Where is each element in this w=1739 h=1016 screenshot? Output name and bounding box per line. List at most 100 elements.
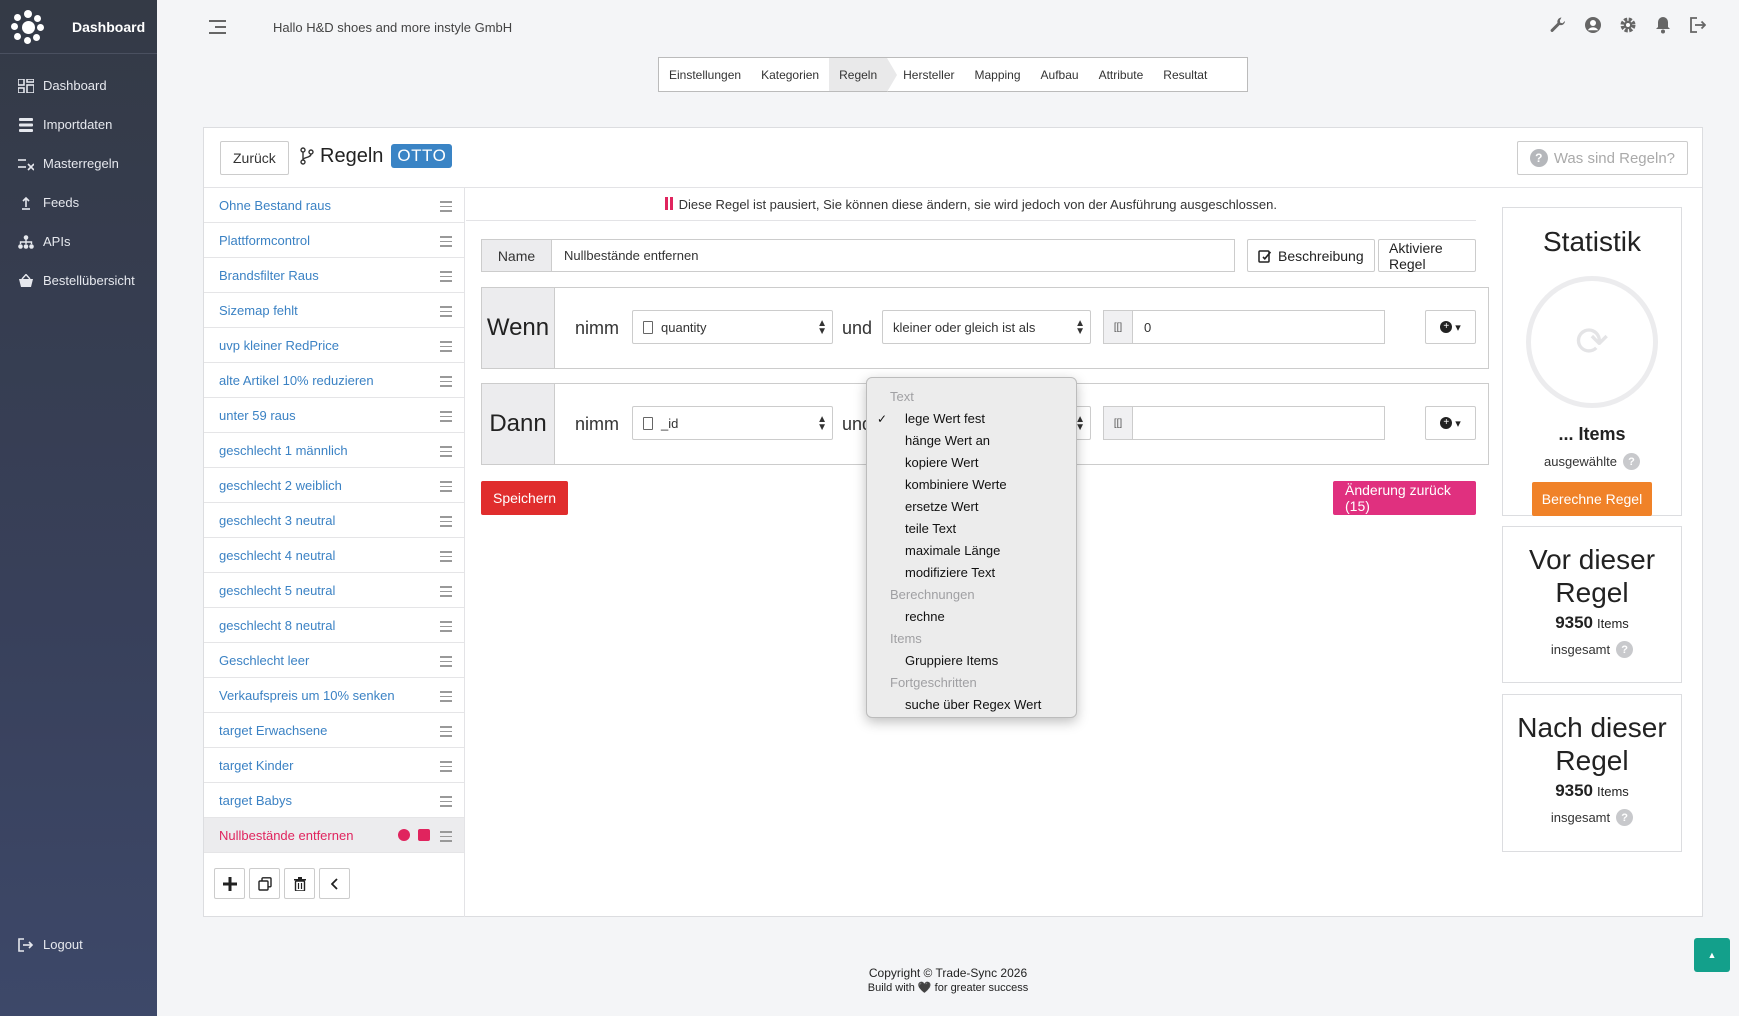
list-item-active[interactable]: Nullbestände entfernen: [204, 818, 464, 853]
drag-handle-icon[interactable]: [440, 831, 452, 845]
action-dropdown-menu: Text ✓ lege Wert fest hänge Wert an kopie…: [866, 377, 1077, 718]
bell-icon[interactable]: [1654, 16, 1672, 34]
drag-handle-icon[interactable]: [440, 376, 452, 390]
tab-hersteller[interactable]: Hersteller: [887, 58, 964, 91]
list-item[interactable]: Brandsfilter Raus: [204, 258, 464, 293]
drag-handle-icon[interactable]: [440, 796, 452, 810]
list-item[interactable]: target Kinder: [204, 748, 464, 783]
save-button[interactable]: Speichern: [481, 481, 569, 515]
sidebar-item-masterregeln[interactable]: Masterregeln: [0, 144, 157, 183]
drag-handle-icon[interactable]: [440, 551, 452, 565]
user-icon[interactable]: [1584, 16, 1602, 34]
drag-handle-icon[interactable]: [440, 271, 452, 285]
drag-handle-icon[interactable]: [440, 726, 452, 740]
drag-handle-icon[interactable]: [440, 481, 452, 495]
tab-regeln[interactable]: Regeln: [829, 58, 898, 92]
tab-resultat[interactable]: Resultat: [1153, 58, 1217, 91]
list-item[interactable]: Ohne Bestand raus: [204, 188, 464, 223]
sidebar-item-feeds[interactable]: Feeds: [0, 183, 157, 222]
dropdown-option[interactable]: modifiziere Text: [867, 562, 1076, 584]
value-type-icon[interactable]: [[]: [1103, 310, 1133, 344]
dropdown-option[interactable]: teile Text: [867, 518, 1076, 540]
pause-icon[interactable]: [398, 829, 410, 841]
drag-handle-icon[interactable]: [440, 656, 452, 670]
delete-rule-button[interactable]: [284, 868, 315, 899]
dropdown-option[interactable]: hänge Wert an: [867, 430, 1076, 452]
list-item[interactable]: unter 59 raus: [204, 398, 464, 433]
dropdown-option[interactable]: maximale Länge: [867, 540, 1076, 562]
question-icon[interactable]: ?: [1616, 641, 1634, 658]
list-item[interactable]: Plattformcontrol: [204, 223, 464, 258]
list-item[interactable]: Sizemap fehlt: [204, 293, 464, 328]
dropdown-option[interactable]: kopiere Wert: [867, 452, 1076, 474]
list-item[interactable]: geschlecht 5 neutral: [204, 573, 464, 608]
wenn-operator-select[interactable]: kleiner oder gleich ist als ▲ ▼: [882, 310, 1091, 344]
dann-field-select[interactable]: _id ▲ ▼: [632, 406, 833, 440]
drag-handle-icon[interactable]: [440, 761, 452, 775]
drag-handle-icon[interactable]: [440, 446, 452, 460]
dropdown-option[interactable]: suche über Regex Wert: [867, 694, 1076, 716]
tab-aufbau[interactable]: Aufbau: [1031, 58, 1089, 91]
tab-kategorien[interactable]: Kategorien: [751, 58, 829, 91]
drag-handle-icon[interactable]: [440, 236, 452, 250]
back-button[interactable]: Zurück: [220, 141, 289, 175]
tab-mapping[interactable]: Mapping: [965, 58, 1031, 91]
heart-icon: 🖤: [917, 982, 932, 994]
list-item[interactable]: geschlecht 3 neutral: [204, 503, 464, 538]
dropdown-option[interactable]: ersetze Wert: [867, 496, 1076, 518]
description-button[interactable]: Beschreibung: [1247, 239, 1375, 272]
list-item[interactable]: target Erwachsene: [204, 713, 464, 748]
rule-name-input[interactable]: Nullbestände entfernen: [552, 239, 1235, 272]
calculate-rule-button[interactable]: Berechne Regel: [1532, 482, 1652, 516]
list-item[interactable]: geschlecht 1 männlich: [204, 433, 464, 468]
tab-attribute[interactable]: Attribute: [1089, 58, 1154, 91]
list-item[interactable]: Verkaufspreis um 10% senken: [204, 678, 464, 713]
dropdown-option[interactable]: Gruppiere Items: [867, 650, 1076, 672]
sidebar-item-apis[interactable]: APIs: [0, 222, 157, 261]
dropdown-option[interactable]: rechne: [867, 606, 1076, 628]
copy-rule-button[interactable]: [249, 868, 280, 899]
logout-icon[interactable]: [1689, 16, 1707, 34]
sidebar-item-importdaten[interactable]: Importdaten: [0, 105, 157, 144]
scroll-top-button[interactable]: ▲: [1694, 938, 1730, 972]
dropdown-option[interactable]: ✓ lege Wert fest: [867, 408, 1076, 430]
drag-handle-icon[interactable]: [440, 691, 452, 705]
list-item[interactable]: target Babys: [204, 783, 464, 818]
tab-einstellungen[interactable]: Einstellungen: [659, 58, 751, 91]
drag-handle-icon[interactable]: [440, 411, 452, 425]
wenn-field-select[interactable]: quantity ▲ ▼: [632, 310, 833, 344]
sidebar-item-bestelluebersicht[interactable]: Bestellübersicht: [0, 261, 157, 300]
drag-handle-icon[interactable]: [440, 341, 452, 355]
save-icon[interactable]: [418, 829, 430, 841]
add-action-button[interactable]: + ▾: [1425, 406, 1476, 440]
add-rule-button[interactable]: [214, 868, 245, 899]
list-item[interactable]: geschlecht 2 weiblich: [204, 468, 464, 503]
menu-toggle-icon[interactable]: [209, 20, 226, 34]
sidebar-item-dashboard[interactable]: Dashboard: [0, 66, 157, 105]
dann-value-input[interactable]: [1133, 406, 1385, 440]
collapse-button[interactable]: [319, 868, 350, 899]
list-item[interactable]: geschlecht 4 neutral: [204, 538, 464, 573]
drag-handle-icon[interactable]: [440, 586, 452, 600]
list-item[interactable]: uvp kleiner RedPrice: [204, 328, 464, 363]
drag-handle-icon[interactable]: [440, 516, 452, 530]
list-item[interactable]: alte Artikel 10% reduzieren: [204, 363, 464, 398]
list-item[interactable]: Geschlecht leer: [204, 643, 464, 678]
dropdown-option[interactable]: kombiniere Werte: [867, 474, 1076, 496]
brand[interactable]: Dashboard: [0, 0, 157, 54]
activate-rule-button[interactable]: Aktiviere Regel: [1378, 239, 1476, 272]
revert-changes-button[interactable]: Änderung zurück (15): [1333, 481, 1476, 515]
add-condition-button[interactable]: + ▾: [1425, 310, 1476, 344]
question-icon[interactable]: ?: [1616, 809, 1634, 826]
gear-icon[interactable]: [1619, 16, 1637, 34]
help-button[interactable]: ? Was sind Regeln?: [1516, 141, 1688, 175]
question-icon[interactable]: ?: [1623, 453, 1640, 470]
value-type-icon[interactable]: [[]: [1103, 406, 1133, 440]
drag-handle-icon[interactable]: [440, 621, 452, 635]
wenn-value-input[interactable]: 0: [1133, 310, 1385, 344]
sidebar-item-logout[interactable]: Logout: [0, 925, 83, 964]
drag-handle-icon[interactable]: [440, 201, 452, 215]
wrench-icon[interactable]: [1549, 16, 1567, 34]
list-item[interactable]: geschlecht 8 neutral: [204, 608, 464, 643]
drag-handle-icon[interactable]: [440, 306, 452, 320]
